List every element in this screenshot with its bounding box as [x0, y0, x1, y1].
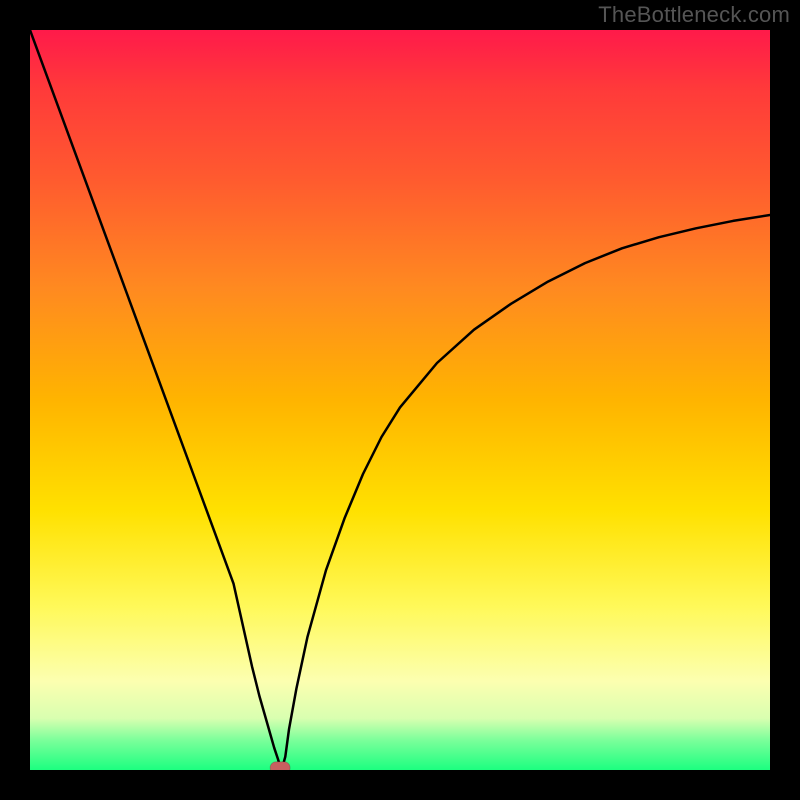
optimum-marker — [270, 762, 290, 770]
watermark-text: TheBottleneck.com — [598, 2, 790, 28]
chart-svg — [30, 30, 770, 770]
chart-frame: TheBottleneck.com — [0, 0, 800, 800]
plot-area — [30, 30, 770, 770]
bottleneck-curve — [30, 30, 770, 770]
